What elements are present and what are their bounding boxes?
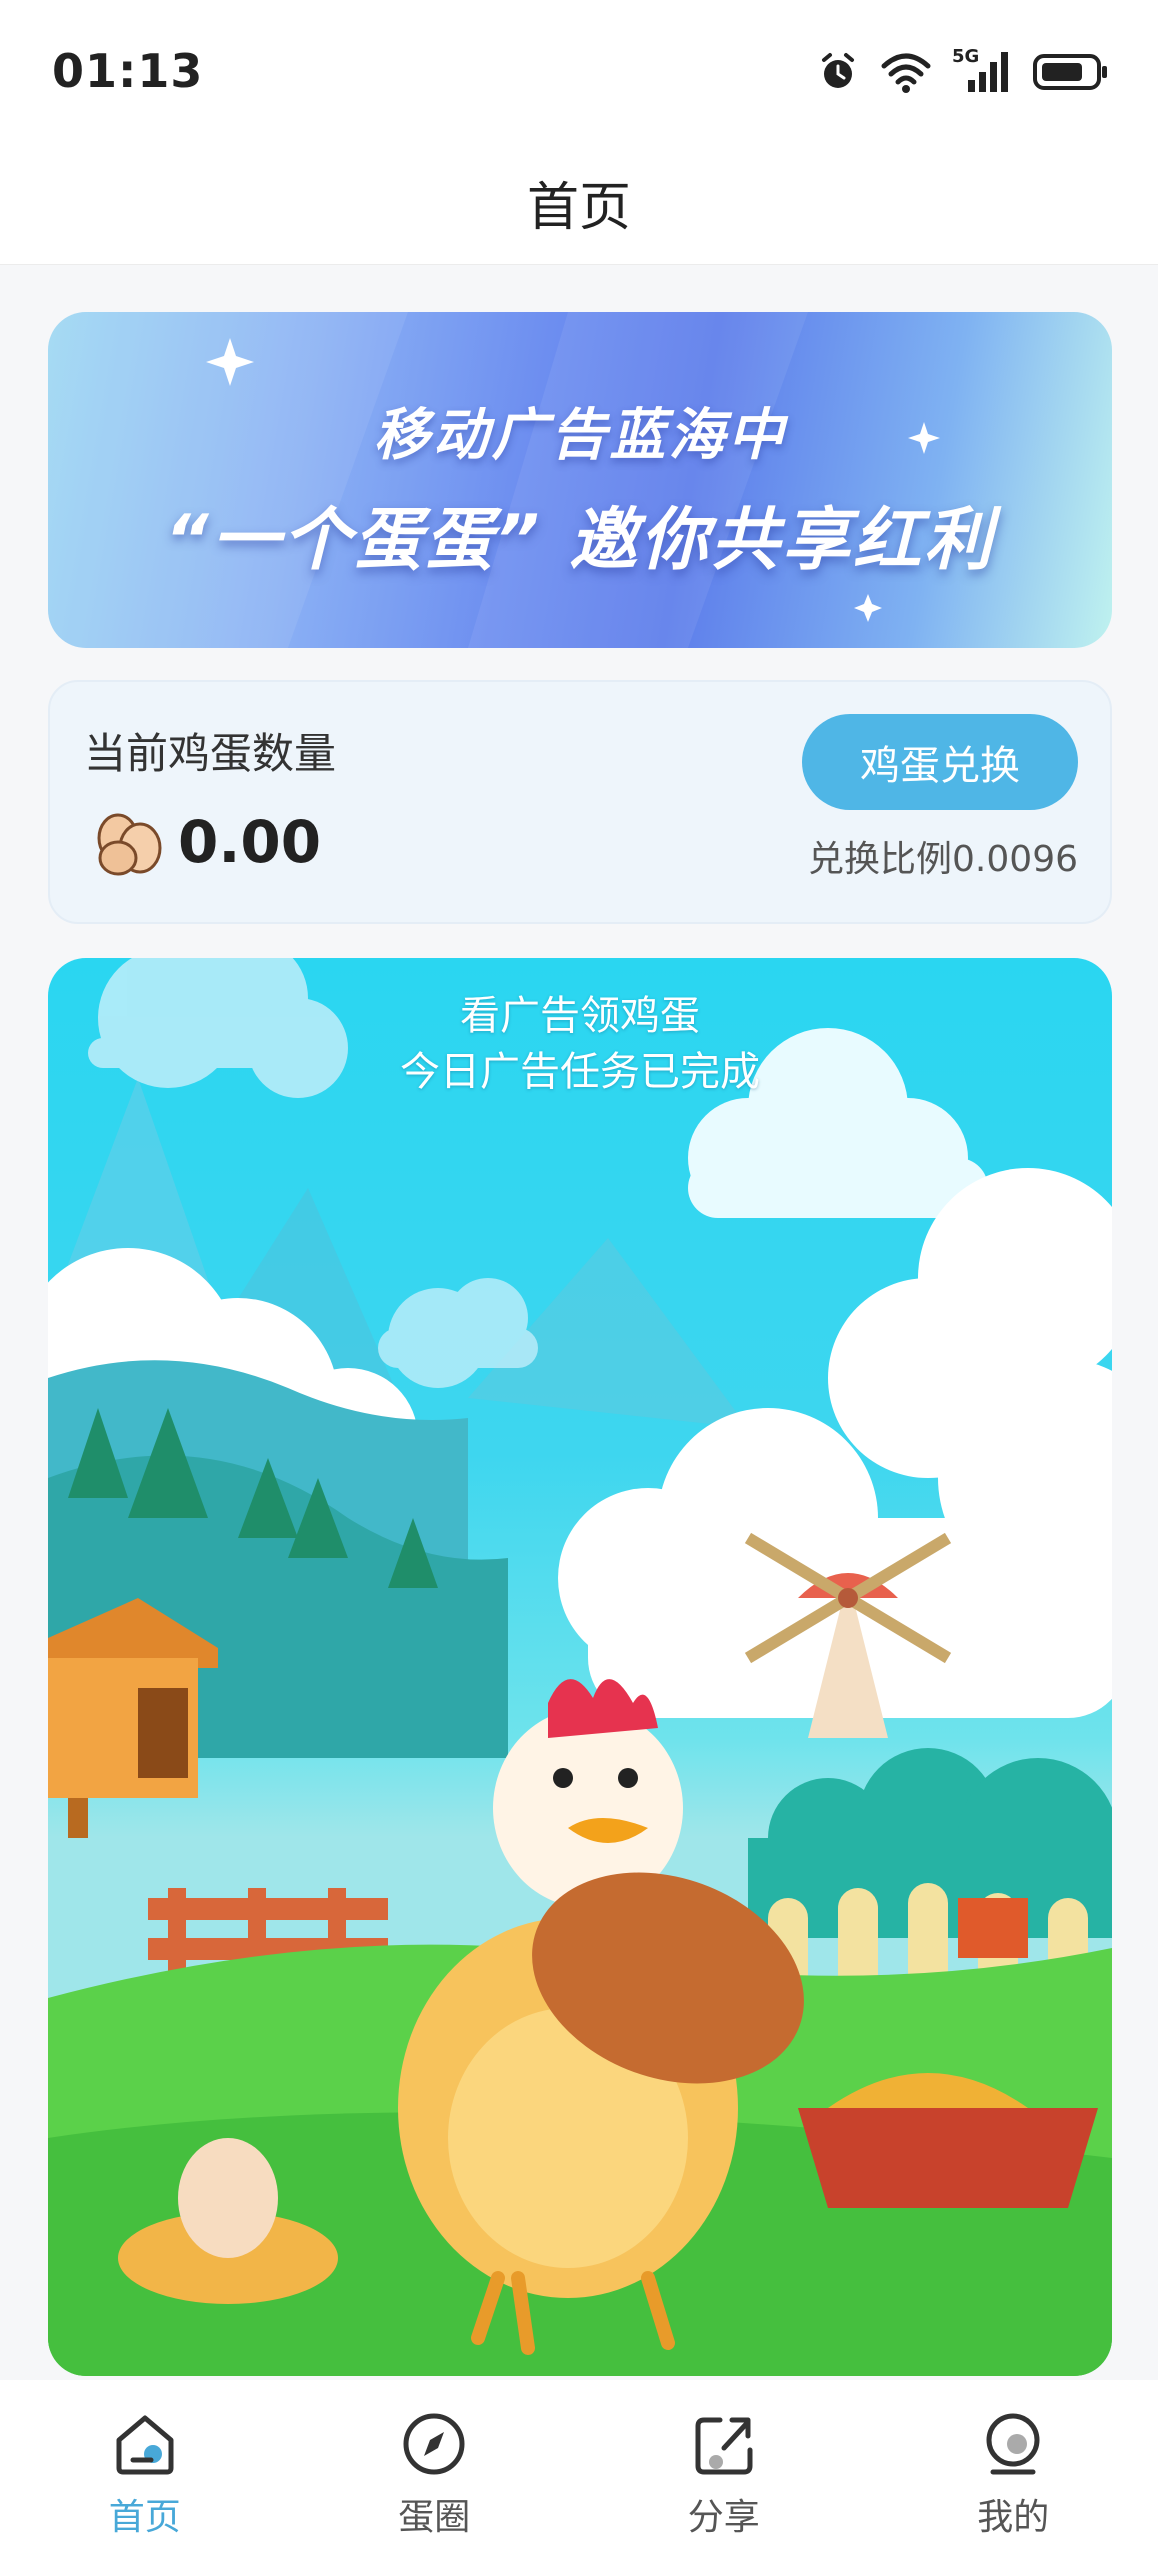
signal-icon: 5G — [952, 46, 1012, 94]
ad-task-title: 看广告领鸡蛋 今日广告任务已完成 — [48, 988, 1112, 1100]
nav-item-home[interactable]: 首页 — [45, 2380, 245, 2560]
nav-item-share[interactable]: 分享 — [624, 2380, 824, 2560]
eggs-icon — [92, 808, 168, 882]
exchange-ratio: 兑换比例0.0096 — [808, 839, 1078, 880]
banner-subheadline: “一个蛋蛋” 邀你共享红利 — [164, 501, 996, 580]
bottom-nav: 首页 蛋圈 分享 我的 — [0, 2380, 1158, 2560]
profile-icon — [979, 2410, 1047, 2482]
battery-icon — [1032, 50, 1110, 94]
alarm-icon — [816, 50, 860, 94]
ad-title: 看广告领鸡蛋 — [460, 993, 700, 1039]
wifi-icon — [880, 50, 932, 94]
status-time: 01:13 — [52, 44, 204, 98]
status-icons: 5G — [816, 44, 1110, 100]
home-icon — [111, 2410, 179, 2482]
nav-label-share: 分享 — [687, 2497, 760, 2538]
network-label: 5G — [952, 46, 980, 67]
nav-item-egg-circle[interactable]: 蛋圈 — [334, 2380, 534, 2560]
nav-label-home: 首页 — [108, 2497, 181, 2538]
app-header: 首页 — [0, 140, 1158, 265]
compass-icon — [400, 2410, 468, 2482]
banner-headline: 移动广告蓝海中 — [373, 403, 787, 468]
nav-label-egg-circle: 蛋圈 — [398, 2497, 471, 2538]
farm-scene-illustration — [48, 958, 1112, 2376]
promo-banner[interactable]: 移动广告蓝海中 “一个蛋蛋” 邀你共享红利 — [48, 312, 1112, 648]
egg-count-label: 当前鸡蛋数量 — [84, 729, 337, 778]
egg-balance-card: 当前鸡蛋数量 0.00 鸡蛋兑换 兑换比例0.0096 — [48, 680, 1112, 924]
ad-status: 今日广告任务已完成 — [400, 1049, 760, 1095]
sparkle-icon — [48, 312, 940, 648]
page-title: 首页 — [526, 177, 631, 238]
status-bar: 01:13 5G — [0, 0, 1158, 140]
nav-item-profile[interactable]: 我的 — [913, 2380, 1113, 2560]
egg-count-value: 0.00 — [178, 808, 322, 876]
egg-exchange-button[interactable]: 鸡蛋兑换 — [802, 714, 1078, 810]
watch-ad-card[interactable]: 看广告领鸡蛋 今日广告任务已完成 — [48, 958, 1112, 2376]
share-icon — [690, 2410, 758, 2482]
nav-label-profile: 我的 — [977, 2497, 1050, 2538]
